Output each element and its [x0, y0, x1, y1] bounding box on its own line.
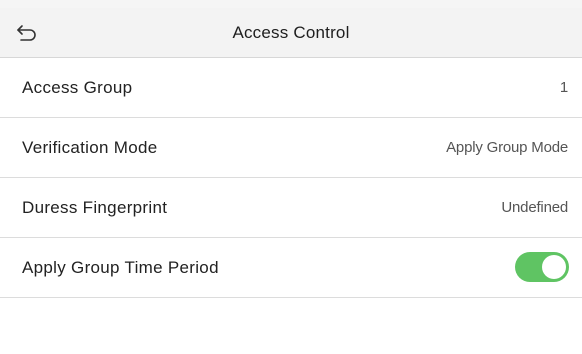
- duress-fingerprint-value: Undefined: [501, 199, 568, 216]
- apply-group-time-period-label: Apply Group Time Period: [22, 258, 219, 277]
- back-arrow-icon: [17, 25, 36, 41]
- access-group-label: Access Group: [22, 78, 133, 97]
- toggle-knob: [542, 255, 566, 279]
- back-button[interactable]: [12, 20, 42, 46]
- page-title: Access Control: [232, 23, 350, 42]
- header-bar: Access Control: [0, 8, 582, 58]
- settings-list: Access Group 1 Verification Mode Apply G…: [0, 58, 582, 298]
- top-strip: [0, 0, 582, 8]
- verification-mode-label: Verification Mode: [22, 138, 158, 157]
- apply-group-time-period-row: Apply Group Time Period: [0, 238, 582, 298]
- verification-mode-row[interactable]: Verification Mode Apply Group Mode: [0, 118, 582, 178]
- duress-fingerprint-row[interactable]: Duress Fingerprint Undefined: [0, 178, 582, 238]
- access-group-value: 1: [559, 79, 568, 96]
- apply-group-time-period-toggle[interactable]: [515, 252, 569, 282]
- access-group-row[interactable]: Access Group 1: [0, 58, 582, 118]
- verification-mode-value: Apply Group Mode: [446, 139, 568, 156]
- access-control-screen: Access Control Access Group 1 Verificati…: [0, 0, 582, 354]
- duress-fingerprint-label: Duress Fingerprint: [22, 198, 168, 217]
